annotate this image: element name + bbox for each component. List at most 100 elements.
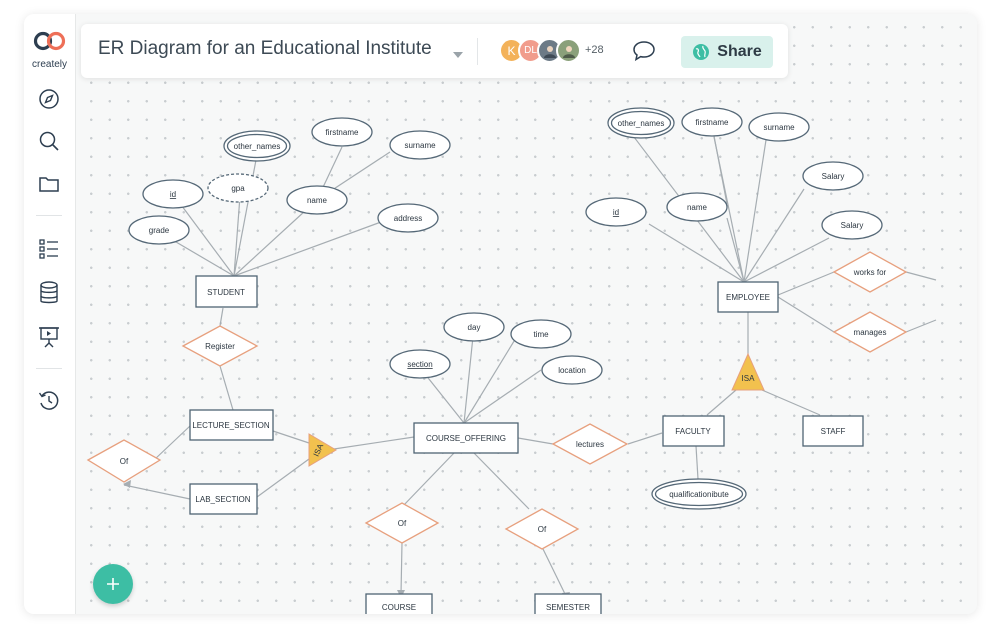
svg-text:surname: surname bbox=[404, 141, 436, 150]
sidebar-divider bbox=[36, 368, 62, 369]
rel-register[interactable]: Register bbox=[181, 325, 259, 367]
rel-manages[interactable]: manages bbox=[832, 311, 908, 353]
svg-text:Salary: Salary bbox=[822, 172, 845, 181]
app-window: other_names firstname surname id gpa nam… bbox=[24, 14, 977, 614]
attr-student-gpa[interactable]: gpa bbox=[207, 173, 269, 203]
diagram-canvas[interactable]: other_names firstname surname id gpa nam… bbox=[76, 14, 977, 614]
add-button[interactable] bbox=[93, 564, 133, 604]
svg-text:section: section bbox=[407, 360, 432, 369]
er-diagram: other_names firstname surname id gpa nam… bbox=[86, 107, 937, 614]
chat-icon[interactable] bbox=[632, 40, 656, 67]
attr-co-time[interactable]: time bbox=[510, 319, 572, 349]
entity-faculty[interactable]: FACULTY bbox=[662, 415, 725, 447]
svg-text:other_names: other_names bbox=[234, 142, 281, 151]
globe-icon bbox=[693, 44, 710, 60]
isa-right[interactable]: ISA bbox=[731, 352, 765, 391]
svg-text:COURSE: COURSE bbox=[382, 603, 416, 612]
svg-text:Salary: Salary bbox=[841, 221, 864, 230]
share-button[interactable]: Share bbox=[681, 36, 773, 68]
svg-text:Of: Of bbox=[120, 457, 129, 466]
attr-co-section[interactable]: section bbox=[389, 349, 451, 379]
svg-text:surname: surname bbox=[763, 123, 795, 132]
rel-of-left[interactable]: Of bbox=[86, 439, 162, 483]
user-icon bbox=[562, 45, 575, 58]
rel-works-for[interactable]: works for bbox=[832, 251, 908, 293]
svg-text:address: address bbox=[394, 214, 422, 223]
search-icon[interactable] bbox=[36, 128, 62, 154]
sidebar-divider bbox=[36, 215, 62, 216]
chevron-down-icon[interactable] bbox=[452, 46, 464, 64]
task-list-icon[interactable] bbox=[36, 236, 62, 262]
svg-text:lectures: lectures bbox=[576, 440, 604, 449]
folder-icon[interactable] bbox=[36, 171, 62, 197]
svg-text:name: name bbox=[687, 203, 708, 212]
entity-semester[interactable]: SEMESTER bbox=[534, 593, 602, 614]
share-label: Share bbox=[717, 43, 762, 60]
compass-icon[interactable] bbox=[36, 86, 62, 112]
attr-student-surname[interactable]: surname bbox=[389, 130, 451, 160]
entity-lecture-section[interactable]: LECTURE_SECTION bbox=[189, 409, 274, 441]
attr-student-grade[interactable]: grade bbox=[128, 215, 190, 245]
rel-lectures[interactable]: lectures bbox=[551, 423, 629, 465]
user-icon bbox=[543, 45, 556, 58]
plus-icon bbox=[107, 578, 119, 590]
entity-course[interactable]: COURSE bbox=[365, 593, 433, 614]
attr-co-day[interactable]: day bbox=[443, 312, 505, 342]
history-icon[interactable] bbox=[36, 388, 62, 414]
svg-text:day: day bbox=[468, 323, 481, 332]
svg-text:manages: manages bbox=[854, 328, 887, 337]
svg-text:Of: Of bbox=[538, 525, 547, 534]
entity-course-offering[interactable]: COURSE_OFFERING bbox=[413, 422, 519, 454]
entity-employee[interactable]: EMPLOYEE bbox=[717, 281, 779, 313]
svg-text:time: time bbox=[533, 330, 549, 339]
svg-text:STAFF: STAFF bbox=[821, 427, 846, 436]
rel-of-course[interactable]: Of bbox=[364, 502, 440, 544]
document-title[interactable]: ER Diagram for an Educational Institute bbox=[98, 38, 432, 60]
database-icon[interactable] bbox=[36, 280, 62, 306]
logo-icon bbox=[33, 31, 65, 51]
attr-emp-name[interactable]: name bbox=[666, 192, 728, 222]
svg-text:works for: works for bbox=[853, 268, 887, 277]
attr-emp-surname[interactable]: surname bbox=[748, 112, 810, 142]
svg-text:Register: Register bbox=[205, 342, 235, 351]
collaborator-count[interactable]: +28 bbox=[585, 44, 604, 56]
logo-text: creately bbox=[31, 59, 67, 70]
attr-co-location[interactable]: location bbox=[541, 355, 603, 385]
svg-text:firstname: firstname bbox=[326, 128, 359, 137]
svg-text:SEMESTER: SEMESTER bbox=[546, 603, 590, 612]
entity-staff[interactable]: STAFF bbox=[802, 415, 864, 447]
creately-logo[interactable]: creately bbox=[24, 30, 75, 70]
svg-text:Of: Of bbox=[398, 519, 407, 528]
svg-text:qualificationibute: qualificationibute bbox=[669, 490, 729, 499]
attr-emp-other-names[interactable]: other_names bbox=[607, 107, 675, 139]
attr-student-other-names[interactable]: other_names bbox=[223, 130, 291, 162]
svg-text:ISA: ISA bbox=[742, 374, 756, 383]
svg-text:COURSE_OFFERING: COURSE_OFFERING bbox=[426, 434, 506, 443]
svg-text:other_names: other_names bbox=[618, 119, 665, 128]
left-sidebar: creately bbox=[24, 14, 76, 614]
svg-text:FACULTY: FACULTY bbox=[675, 427, 711, 436]
svg-text:EMPLOYEE: EMPLOYEE bbox=[726, 293, 770, 302]
attr-student-firstname[interactable]: firstname bbox=[311, 117, 373, 147]
attr-emp-firstname[interactable]: firstname bbox=[681, 107, 743, 137]
avatar[interactable] bbox=[556, 38, 581, 63]
attr-emp-salary-2[interactable]: Salary bbox=[821, 210, 883, 240]
svg-text:LAB_SECTION: LAB_SECTION bbox=[195, 495, 250, 504]
rel-of-semester[interactable]: Of bbox=[504, 508, 580, 550]
attr-student-id[interactable]: id bbox=[142, 179, 204, 209]
svg-text:LECTURE_SECTION: LECTURE_SECTION bbox=[192, 421, 270, 430]
svg-text:STUDENT: STUDENT bbox=[207, 288, 245, 297]
entity-student[interactable]: STUDENT bbox=[195, 275, 258, 308]
attr-emp-salary-1[interactable]: Salary bbox=[802, 161, 864, 191]
svg-text:grade: grade bbox=[149, 226, 170, 235]
attr-emp-id[interactable]: id bbox=[585, 197, 647, 227]
presentation-icon[interactable] bbox=[36, 324, 62, 350]
entity-lab-section[interactable]: LAB_SECTION bbox=[189, 483, 258, 515]
svg-text:gpa: gpa bbox=[231, 184, 245, 193]
svg-text:location: location bbox=[558, 366, 586, 375]
svg-text:id: id bbox=[613, 208, 619, 217]
attr-student-name[interactable]: name bbox=[286, 185, 348, 215]
attr-fac-qualification[interactable]: qualificationibute bbox=[651, 478, 747, 510]
attr-student-address[interactable]: address bbox=[377, 203, 439, 233]
isa-left[interactable]: ISA bbox=[308, 433, 337, 467]
